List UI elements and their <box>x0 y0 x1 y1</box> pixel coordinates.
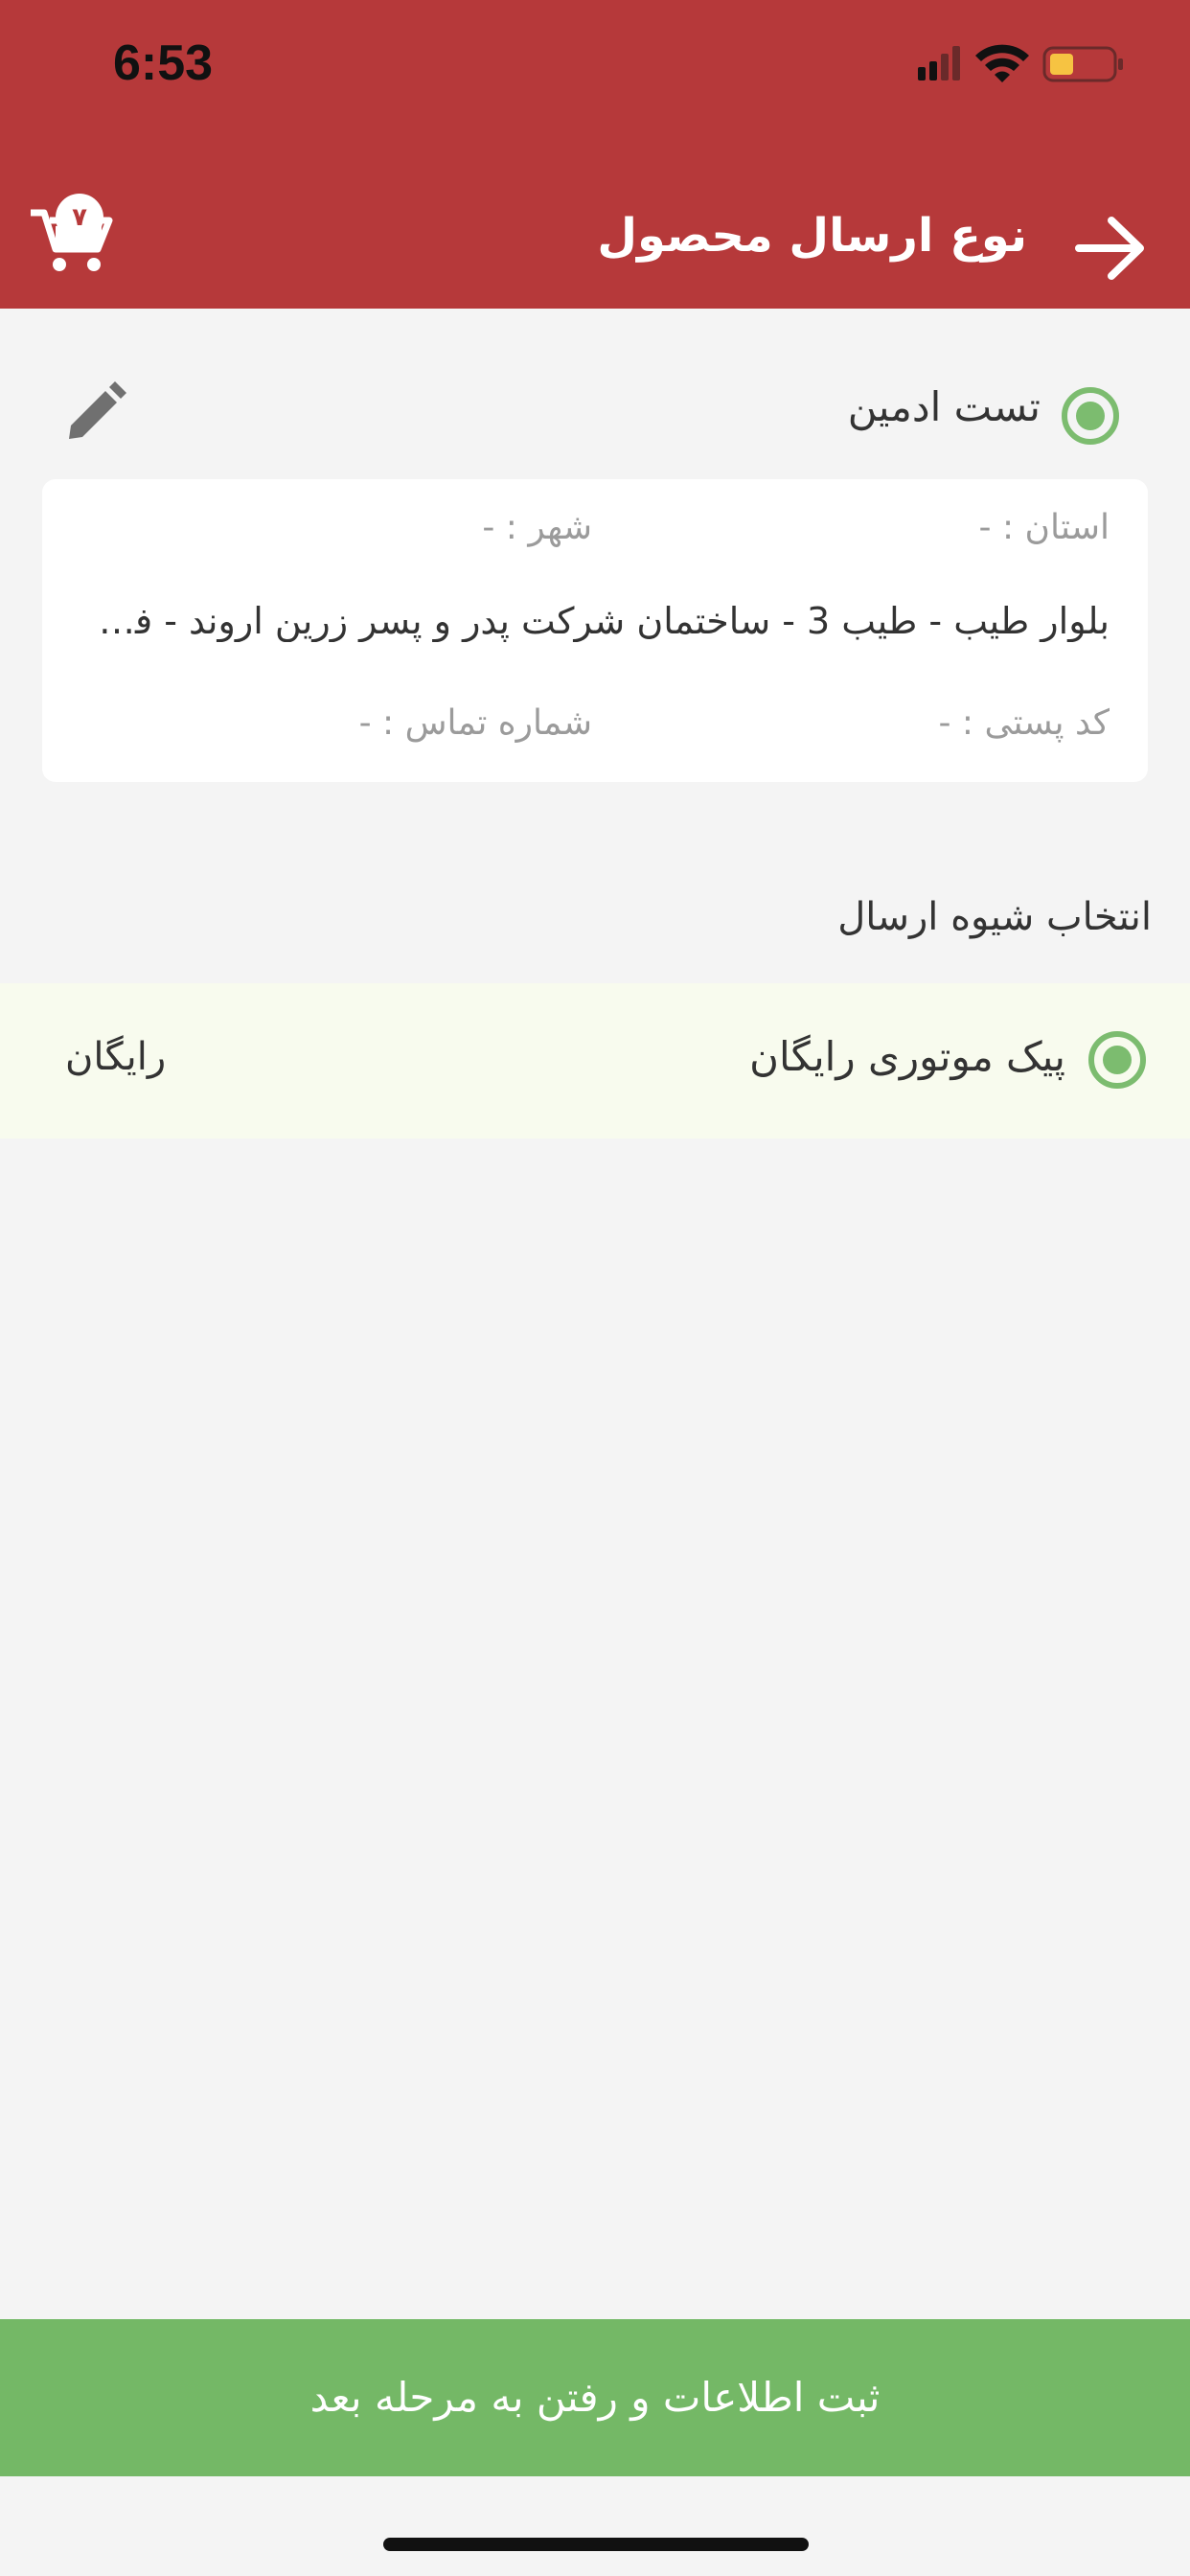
page-title: نوع ارسال محصول <box>597 209 1027 263</box>
phone-label: شماره تماس : - <box>358 703 592 743</box>
battery-icon <box>1042 46 1123 82</box>
home-indicator <box>383 2538 809 2551</box>
address-header[interactable]: تست ادمین <box>0 364 1190 460</box>
wifi-icon <box>975 44 1029 82</box>
address-card: استان : - شهر : - بلوار طیب - طیب 3 - سا… <box>42 479 1148 782</box>
address-radio[interactable] <box>1062 387 1119 445</box>
address-name: تست ادمین <box>847 383 1041 430</box>
pencil-icon[interactable] <box>63 381 126 445</box>
postal-code-label: کد پستی : - <box>938 703 1110 743</box>
status-icons <box>918 44 1123 82</box>
title-bar: نوع ارسال محصول <box>0 192 1190 309</box>
shipping-method-row[interactable]: پیک موتوری رایگان رایگان <box>0 983 1190 1138</box>
shipping-section-title: انتخاب شیوه ارسال <box>837 895 1152 939</box>
city-label: شهر : - <box>482 508 592 547</box>
app-header: 6:53 نوع ارسال محصول ۷ <box>0 0 1190 309</box>
shipping-method-radio[interactable] <box>1088 1031 1146 1089</box>
province-label: استان : - <box>978 508 1110 547</box>
submit-next-button[interactable]: ثبت اطلاعات و رفتن به مرحله بعد <box>0 2319 1190 2476</box>
shipping-method-price: رایگان <box>65 1035 167 1079</box>
cart-count-badge: ۷ <box>56 194 103 242</box>
arrow-right-icon[interactable] <box>1075 215 1148 282</box>
address-line: بلوار طیب - طیب 3 - ساختمان شرکت پدر و پ… <box>80 600 1110 642</box>
status-time: 6:53 <box>113 35 214 91</box>
shipping-method-name: پیک موتوری رایگان <box>749 1033 1065 1080</box>
signal-icon <box>918 46 960 80</box>
